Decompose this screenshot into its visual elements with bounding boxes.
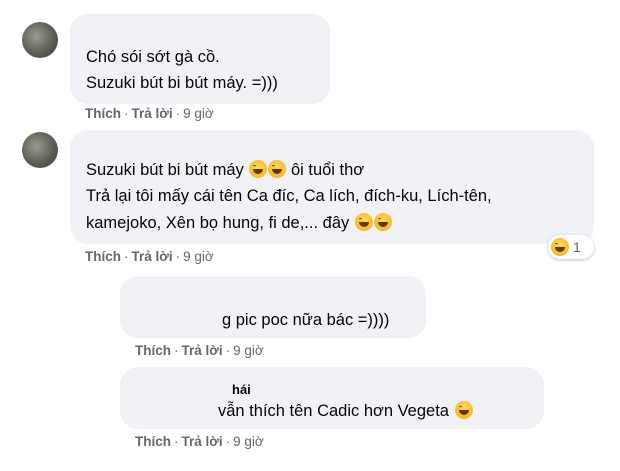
comment-text-line: Suzuki bút bi bút máy. =))) <box>86 74 278 92</box>
comment-bubble: g pic poc nữa bác =)))) <box>120 276 426 338</box>
avatar[interactable] <box>22 132 58 168</box>
comment-actions: Thích · Trả lời · 9 giờ <box>85 106 214 121</box>
author-name-redacted <box>82 18 192 32</box>
like-link[interactable]: Thích <box>85 249 121 264</box>
timestamp[interactable]: 9 giờ <box>183 106 214 121</box>
timestamp[interactable]: 9 giờ <box>233 343 264 358</box>
comment-actions: Thích · Trả lời · 9 giờ <box>135 343 264 358</box>
avatar[interactable] <box>22 22 58 58</box>
comment-text: kamejoko, Xên bọ hung, fi de,... đây <box>86 214 350 232</box>
separator-dot: · <box>175 249 181 264</box>
comment-text: vẫn thích tên Cadic hơn Vegeta <box>218 402 449 420</box>
separator-dot: · <box>174 343 179 358</box>
timestamp[interactable]: 9 giờ <box>233 434 264 449</box>
comment-text-line: Suzuki bút bi bút máy ôi tuổi thơ <box>86 157 364 183</box>
separator-dot: · <box>175 106 181 121</box>
reaction-summary[interactable]: 1 <box>548 235 594 259</box>
reply-link[interactable]: Trả lời <box>132 106 173 121</box>
laughing-emoji-icon <box>268 160 287 178</box>
comment-bubble: Suzuki bút bi bút máy ôi tuổi thơ Trả lạ… <box>70 130 594 244</box>
comment-text-line: Trả lại tôi mấy cái tên Ca đíc, Ca lích,… <box>86 187 492 205</box>
comment-text-line: Chó sói sớt gà cồ. <box>86 48 220 66</box>
reaction-count: 1 <box>573 239 581 255</box>
like-link[interactable]: Thích <box>85 106 121 121</box>
comment-actions: Thích · Trả lời · 9 giờ <box>135 434 264 449</box>
reply-link[interactable]: Trả lời <box>182 434 223 449</box>
comment-bubble: hái vẫn thích tên Cadic hơn Vegeta <box>120 367 544 429</box>
comment-text-line: kamejoko, Xên bọ hung, fi de,... đây <box>86 210 392 236</box>
like-link[interactable]: Thích <box>135 434 171 449</box>
author-name-redacted <box>82 132 182 146</box>
like-link[interactable]: Thích <box>135 343 171 358</box>
separator-dot: · <box>225 434 231 449</box>
timestamp[interactable]: 9 giờ <box>183 249 214 264</box>
comment-bubble: Chó sói sớt gà cồ. Suzuki bút bi bút máy… <box>70 14 330 104</box>
separator-dot: · <box>174 434 179 449</box>
laughing-emoji-icon <box>249 160 268 178</box>
separator-dot: · <box>124 106 129 121</box>
laughing-emoji-icon <box>551 238 569 256</box>
separator-dot: · <box>225 343 231 358</box>
comment-text-line: g pic poc nữa bác =)))) <box>222 311 390 329</box>
comment-text: ôi tuổi thơ <box>290 161 365 179</box>
laughing-emoji-icon <box>373 213 392 231</box>
reply-link[interactable]: Trả lời <box>132 249 173 264</box>
laughing-emoji-icon <box>454 401 473 419</box>
separator-dot: · <box>124 249 129 264</box>
comment-text-line: vẫn thích tên Cadic hơn Vegeta <box>218 398 473 424</box>
reply-link[interactable]: Trả lời <box>182 343 223 358</box>
comment-text: Suzuki bút bi bút máy <box>86 161 244 179</box>
laughing-emoji-icon <box>354 213 373 231</box>
comment-actions: Thích · Trả lời · 9 giờ <box>85 249 214 264</box>
